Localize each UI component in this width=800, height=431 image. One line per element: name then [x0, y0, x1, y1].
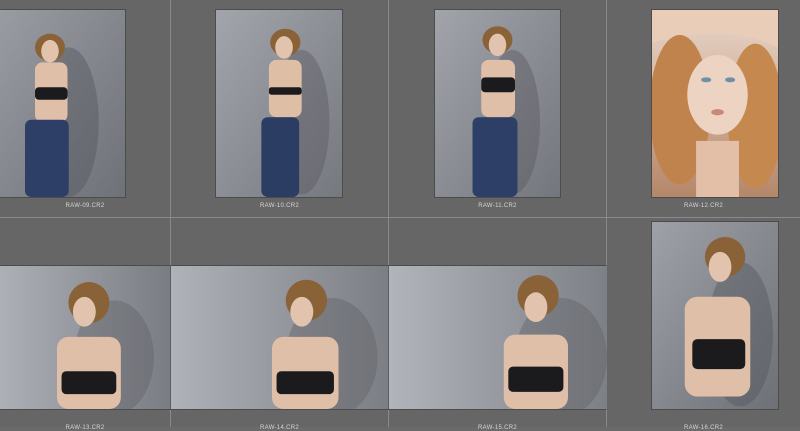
photo-thumbnail[interactable]: [652, 222, 778, 409]
filename-label: RAW-15.CR2: [477, 425, 517, 431]
grid-cell[interactable]: RAW-10.CR2: [171, 0, 389, 218]
grid-cell[interactable]: RAW-12.CR2: [607, 0, 800, 218]
photo-thumbnail[interactable]: [216, 10, 342, 197]
photo-thumbnail[interactable]: [389, 266, 607, 409]
photo-thumbnail[interactable]: [171, 266, 389, 409]
photo-thumbnail[interactable]: [652, 10, 778, 197]
photo-thumbnail[interactable]: [0, 266, 171, 409]
photo-thumbnail[interactable]: [0, 10, 125, 197]
filename-label: RAW-11.CR2: [478, 203, 517, 209]
grid-cell[interactable]: RAW-15.CR2: [389, 218, 607, 431]
thumbnail-grid: RAW-09.CR2 RAW-10.CR2 RAW-11.CR2 RAW-12.…: [0, 0, 800, 431]
grid-cell[interactable]: RAW-09.CR2: [0, 0, 171, 218]
filename-label: RAW-14.CR2: [259, 425, 299, 431]
filename-label: RAW-12.CR2: [683, 203, 723, 209]
grid-cell[interactable]: RAW-16.CR2: [607, 218, 800, 431]
grid-cell[interactable]: RAW-14.CR2: [171, 218, 389, 431]
filename-label: RAW-09.CR2: [65, 203, 105, 209]
grid-cell[interactable]: RAW-13.CR2: [0, 218, 171, 431]
filename-label: RAW-13.CR2: [65, 425, 105, 431]
photo-thumbnail[interactable]: [435, 10, 560, 197]
filename-label: RAW-10.CR2: [259, 203, 299, 209]
grid-cell[interactable]: RAW-11.CR2: [389, 0, 607, 218]
filename-label: RAW-16.CR2: [683, 425, 723, 431]
